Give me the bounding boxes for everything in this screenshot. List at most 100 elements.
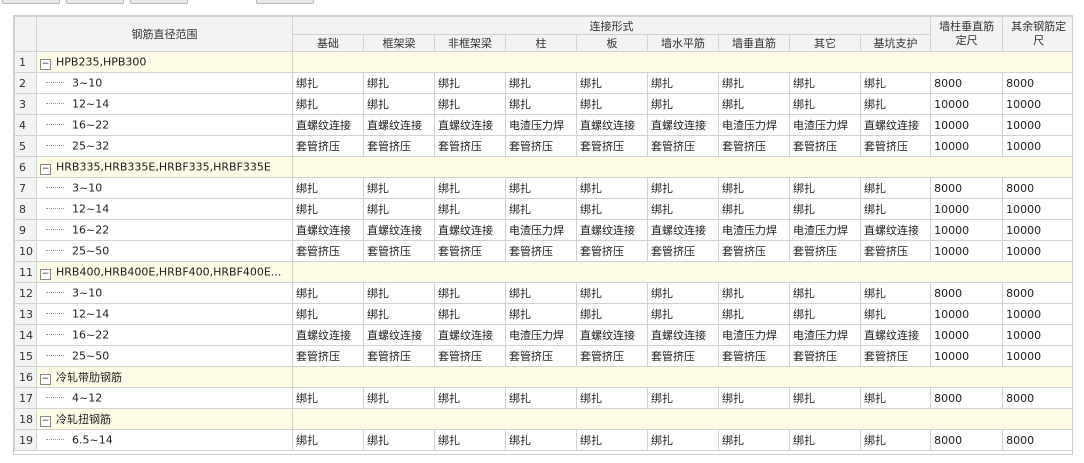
- connect-type-cell[interactable]: 电渣压力焊: [718, 114, 790, 136]
- connect-type-cell[interactable]: 绑扎: [505, 198, 577, 220]
- connect-column-header[interactable]: 基础: [292, 34, 364, 52]
- connect-type-cell[interactable]: 直螺纹连接: [434, 219, 506, 241]
- connect-type-cell[interactable]: 绑扎: [292, 93, 364, 115]
- connect-type-cell[interactable]: 套管挤压: [434, 135, 506, 157]
- connect-type-cell[interactable]: 电渣压力焊: [789, 219, 861, 241]
- connect-type-cell[interactable]: 直螺纹连接: [859, 219, 932, 241]
- wall-length-cell[interactable]: 8000: [930, 177, 1004, 199]
- table-row[interactable]: 4 16~22 直螺纹连接 直螺纹连接 直螺纹连接 电渣压力焊 直螺纹连接 直螺纹连接 电渣压力…: [14, 114, 1072, 136]
- tab-2[interactable]: [66, 0, 124, 4]
- connect-type-cell[interactable]: 绑扎: [576, 93, 648, 115]
- connect-type-cell[interactable]: 套管挤压: [434, 345, 506, 367]
- connect-column-header[interactable]: 非框架梁: [434, 34, 506, 52]
- connect-type-cell[interactable]: 绑扎: [363, 282, 435, 304]
- connect-type-cell[interactable]: 绑扎: [292, 387, 364, 409]
- other-length-cell[interactable]: 8000: [1002, 72, 1072, 94]
- connect-type-cell[interactable]: 绑扎: [292, 198, 364, 220]
- wall-length-column-header[interactable]: 墙柱垂直筋定尺: [930, 16, 1004, 52]
- connect-type-cell[interactable]: 绑扎: [789, 198, 861, 220]
- table-row[interactable]: 15 25~50 套管挤压 套管挤压 套管挤压 套管挤压 套管挤压 套管挤压 套管挤压 套管挤压套…: [14, 345, 1072, 367]
- connect-type-cell[interactable]: 绑扎: [434, 177, 506, 199]
- connect-type-cell[interactable]: 电渣压力焊: [718, 219, 790, 241]
- group-row[interactable]: 16− 冷轧带肋钢筋: [14, 366, 1072, 388]
- connect-type-cell[interactable]: 绑扎: [505, 303, 577, 325]
- connect-type-cell[interactable]: 电渣压力焊: [789, 324, 861, 346]
- connect-type-cell[interactable]: 绑扎: [505, 177, 577, 199]
- connect-type-cell[interactable]: 绑扎: [576, 282, 648, 304]
- group-row[interactable]: 6− HRB335,HRB335E,HRBF335,HRBF335E: [14, 156, 1072, 178]
- connect-column-header[interactable]: 墙垂直筋: [718, 34, 790, 52]
- table-row[interactable]: 17 4~12 绑扎 绑扎 绑扎 绑扎 绑扎 绑扎 绑扎 绑扎 绑扎 8000 8000: [14, 387, 1072, 409]
- wall-length-cell[interactable]: 8000: [930, 72, 1004, 94]
- connect-type-cell[interactable]: 绑扎: [647, 198, 719, 220]
- connect-type-cell[interactable]: 绑扎: [789, 93, 861, 115]
- connect-type-cell[interactable]: 直螺纹连接: [363, 114, 435, 136]
- connect-type-cell[interactable]: 套管挤压: [292, 135, 364, 157]
- other-length-column-header[interactable]: 其余钢筋定尺: [1002, 16, 1072, 52]
- wall-length-cell[interactable]: 10000: [930, 324, 1004, 346]
- tab-4[interactable]: [256, 0, 314, 4]
- other-length-cell[interactable]: 10000: [1002, 93, 1072, 115]
- connect-type-cell[interactable]: 套管挤压: [789, 345, 861, 367]
- connect-type-cell[interactable]: 绑扎: [363, 198, 435, 220]
- connect-type-cell[interactable]: 绑扎: [363, 387, 435, 409]
- connect-type-cell[interactable]: 绑扎: [576, 72, 648, 94]
- connect-type-cell[interactable]: 绑扎: [434, 303, 506, 325]
- connect-type-cell[interactable]: 套管挤压: [789, 135, 861, 157]
- other-length-cell[interactable]: 10000: [1002, 303, 1072, 325]
- connect-type-cell[interactable]: 直螺纹连接: [292, 324, 364, 346]
- connect-type-cell[interactable]: 绑扎: [363, 72, 435, 94]
- connect-type-cell[interactable]: 绑扎: [292, 282, 364, 304]
- connect-type-cell[interactable]: 绑扎: [718, 282, 790, 304]
- range-cell[interactable]: 16~22: [36, 324, 293, 346]
- other-length-cell[interactable]: 8000: [1002, 387, 1072, 409]
- wall-length-cell[interactable]: 10000: [930, 345, 1004, 367]
- connect-type-cell[interactable]: 套管挤压: [647, 135, 719, 157]
- wall-length-cell[interactable]: 8000: [930, 282, 1004, 304]
- table-row[interactable]: 14 16~22 直螺纹连接 直螺纹连接 直螺纹连接 电渣压力焊 直螺纹连接 直螺纹连接 电渣压…: [14, 324, 1072, 346]
- group-name-cell[interactable]: − HPB235,HPB300: [36, 51, 293, 73]
- connect-type-cell[interactable]: 绑扎: [718, 387, 790, 409]
- connect-type-cell[interactable]: 套管挤压: [505, 135, 577, 157]
- range-cell[interactable]: 25~32: [36, 135, 293, 157]
- connect-type-cell[interactable]: 绑扎: [434, 198, 506, 220]
- connect-type-cell[interactable]: 绑扎: [789, 177, 861, 199]
- connect-type-cell[interactable]: 绑扎: [859, 198, 932, 220]
- other-length-cell[interactable]: 10000: [1002, 114, 1072, 136]
- connect-type-cell[interactable]: 套管挤压: [505, 240, 577, 262]
- collapse-minus-icon[interactable]: −: [40, 58, 51, 70]
- connect-type-cell[interactable]: 套管挤压: [718, 240, 790, 262]
- range-cell[interactable]: 3~10: [36, 72, 293, 94]
- connect-type-cell[interactable]: 绑扎: [789, 282, 861, 304]
- other-length-cell[interactable]: 10000: [1002, 135, 1072, 157]
- wall-length-cell[interactable]: 10000: [930, 240, 1004, 262]
- group-row[interactable]: 11− HRB400,HRB400E,HRBF400,HRBF400E...: [14, 261, 1072, 283]
- wall-length-cell[interactable]: 10000: [930, 93, 1004, 115]
- connect-type-cell[interactable]: 绑扎: [718, 72, 790, 94]
- wall-length-cell[interactable]: 8000: [930, 387, 1004, 409]
- connect-column-header[interactable]: 框架梁: [363, 34, 435, 52]
- connect-type-cell[interactable]: 绑扎: [789, 303, 861, 325]
- connect-type-cell[interactable]: 套管挤压: [576, 240, 648, 262]
- connect-type-cell[interactable]: 绑扎: [647, 177, 719, 199]
- other-length-cell[interactable]: 8000: [1002, 429, 1072, 451]
- connect-type-cell[interactable]: 绑扎: [859, 282, 932, 304]
- range-cell[interactable]: 25~50: [36, 345, 293, 367]
- connect-type-cell[interactable]: 直螺纹连接: [647, 324, 719, 346]
- connect-type-cell[interactable]: 套管挤压: [859, 345, 932, 367]
- connect-type-cell[interactable]: 套管挤压: [434, 240, 506, 262]
- other-length-cell[interactable]: 8000: [1002, 282, 1072, 304]
- connect-type-cell[interactable]: 套管挤压: [647, 345, 719, 367]
- connect-type-cell[interactable]: 绑扎: [292, 177, 364, 199]
- connect-type-cell[interactable]: 直螺纹连接: [363, 324, 435, 346]
- connect-type-cell[interactable]: 直螺纹连接: [576, 324, 648, 346]
- connect-type-cell[interactable]: 套管挤压: [859, 240, 932, 262]
- wall-length-cell[interactable]: 10000: [930, 303, 1004, 325]
- group-name-cell[interactable]: − 冷轧带肋钢筋: [36, 366, 293, 388]
- range-cell[interactable]: 12~14: [36, 303, 293, 325]
- connect-type-cell[interactable]: 绑扎: [859, 72, 932, 94]
- connect-type-cell[interactable]: 绑扎: [789, 72, 861, 94]
- connect-type-cell[interactable]: 直螺纹连接: [434, 324, 506, 346]
- connect-type-cell[interactable]: 绑扎: [859, 429, 932, 451]
- connect-type-cell[interactable]: 绑扎: [859, 303, 932, 325]
